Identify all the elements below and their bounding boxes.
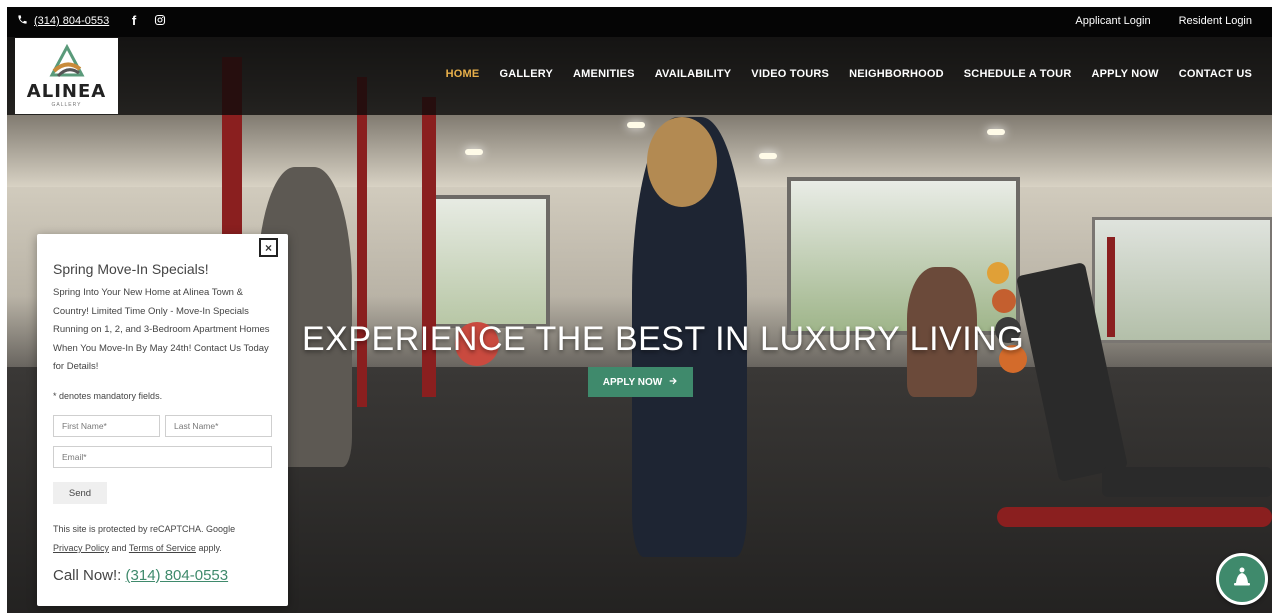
gym-window: [1092, 217, 1272, 343]
page-frame: (314) 804-0553 f Applicant Login Residen…: [7, 7, 1272, 613]
gym-person: [647, 117, 717, 207]
phone-link[interactable]: (314) 804-0553: [34, 15, 109, 27]
recaptcha-notice: This site is protected by reCAPTCHA. Goo…: [53, 520, 278, 558]
resident-login-link[interactable]: Resident Login: [1179, 15, 1252, 27]
chat-button[interactable]: [1216, 553, 1268, 605]
legal-prefix: This site is protected by reCAPTCHA. Goo…: [53, 524, 236, 534]
legal-suffix: apply.: [198, 543, 222, 553]
popup-body: Spring Into Your New Home at Alinea Town…: [53, 287, 270, 372]
hero-apply-now-button[interactable]: APPLY NOW: [588, 367, 693, 397]
send-button[interactable]: Send: [53, 482, 107, 504]
logo-wordmark: ALINEA: [26, 81, 107, 102]
nav-apply-now[interactable]: APPLY NOW: [1091, 68, 1158, 80]
nav-gallery[interactable]: GALLERY: [499, 68, 553, 80]
hero-headline: EXPERIENCE THE BEST IN LUXURY LIVING: [302, 320, 1025, 358]
nav-schedule-a-tour[interactable]: SCHEDULE A TOUR: [964, 68, 1072, 80]
call-phone-link[interactable]: (314) 804-0553: [126, 567, 229, 584]
top-phone: (314) 804-0553: [17, 14, 109, 28]
login-links: Applicant Login Resident Login: [1075, 15, 1252, 27]
arrow-right-icon: [668, 376, 678, 389]
nav-video-tours[interactable]: VIDEO TOURS: [751, 68, 829, 80]
machine-frame: [1107, 237, 1115, 337]
nav-home[interactable]: HOME: [446, 68, 480, 80]
privacy-policy-link[interactable]: Privacy Policy: [53, 543, 109, 553]
medicine-ball: [992, 289, 1016, 313]
nav-amenities[interactable]: AMENITIES: [573, 68, 635, 80]
ceiling-light: [627, 122, 645, 128]
last-name-field[interactable]: [165, 415, 272, 437]
nav-neighborhood[interactable]: NEIGHBORHOOD: [849, 68, 944, 80]
machine-frame: [997, 507, 1272, 527]
instagram-icon[interactable]: [153, 13, 167, 27]
legal-and: and: [111, 543, 127, 553]
primary-nav: HOME GALLERY AMENITIES AVAILABILITY VIDE…: [446, 68, 1252, 80]
facebook-icon[interactable]: f: [127, 13, 141, 28]
gym-window: [422, 195, 550, 328]
ceiling-light: [987, 129, 1005, 135]
site-logo[interactable]: ALINEA GALLERY: [15, 38, 118, 114]
phone-icon: [17, 14, 28, 28]
nav-contact-us[interactable]: CONTACT US: [1179, 68, 1252, 80]
nav-availability[interactable]: AVAILABILITY: [655, 68, 732, 80]
logo-mark-icon: [48, 43, 85, 78]
terms-of-service-link[interactable]: Terms of Service: [129, 543, 196, 553]
call-now-label: Call Now!:: [53, 567, 122, 584]
specials-popup: × Spring Move-In Specials! Spring Into Y…: [37, 234, 288, 606]
medicine-ball: [987, 262, 1009, 284]
mandatory-note: * denotes mandatory fields.: [53, 391, 163, 401]
ceiling-light: [465, 149, 483, 155]
chat-icon: [1232, 566, 1252, 593]
popup-title: Spring Move-In Specials!: [53, 261, 209, 277]
call-now: Call Now!: (314) 804-0553: [53, 567, 228, 584]
main-navbar: ALINEA GALLERY HOME GALLERY AMENITIES AV…: [7, 37, 1272, 115]
logo-subtext: GALLERY: [51, 102, 82, 108]
gym-window: [787, 177, 1020, 335]
top-utility-bar: (314) 804-0553 f Applicant Login Residen…: [7, 7, 1272, 37]
weight-bench: [1102, 467, 1272, 497]
close-icon[interactable]: ×: [259, 238, 278, 257]
first-name-field[interactable]: [53, 415, 160, 437]
applicant-login-link[interactable]: Applicant Login: [1075, 15, 1150, 27]
ceiling-light: [759, 153, 777, 159]
apply-now-label: APPLY NOW: [602, 376, 663, 388]
email-field[interactable]: [53, 446, 272, 468]
